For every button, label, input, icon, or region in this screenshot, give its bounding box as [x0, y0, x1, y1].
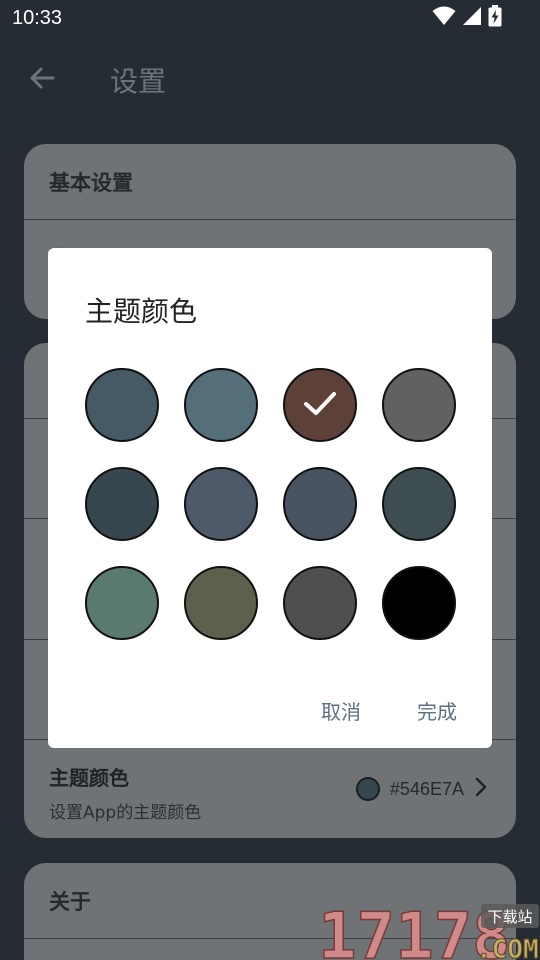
check-icon	[301, 384, 339, 426]
color-swatch[interactable]	[85, 467, 159, 541]
chevron-right-icon	[474, 776, 488, 802]
theme-color-dialog: 主题颜色 取消 完成	[48, 248, 492, 748]
watermark-suffix: .COM	[476, 935, 539, 960]
theme-color-title: 主题颜色	[49, 766, 129, 790]
color-swatch[interactable]	[184, 467, 258, 541]
wifi-icon	[432, 6, 456, 30]
watermark-tag: 下载站	[487, 908, 532, 926]
color-swatch[interactable]	[85, 368, 159, 442]
color-swatch[interactable]	[283, 467, 357, 541]
confirm-button[interactable]: 完成	[417, 696, 457, 725]
color-swatch[interactable]	[382, 467, 456, 541]
theme-color-row[interactable]: 主题颜色 设置App的主题颜色 #546E7A	[24, 740, 516, 838]
watermark-logo: 17178 .COM 下载站	[317, 898, 540, 960]
current-color-swatch	[355, 777, 380, 801]
color-swatch[interactable]	[184, 566, 258, 640]
status-icons	[432, 5, 502, 31]
app-bar: 设置	[0, 38, 540, 122]
theme-color-subtitle: 设置App的主题颜色	[49, 803, 202, 823]
battery-charging-icon	[488, 5, 502, 31]
theme-color-value-group: #546E7A	[355, 776, 488, 802]
basic-settings-header: 基本设置	[24, 144, 516, 220]
theme-color-value: #546E7A	[389, 778, 464, 799]
status-time: 10:33	[12, 7, 63, 29]
color-swatch[interactable]	[382, 566, 456, 640]
arrow-back-icon	[28, 64, 56, 96]
color-swatch[interactable]	[283, 566, 357, 640]
color-grid	[85, 368, 457, 640]
status-bar: 10:33	[0, 0, 540, 38]
back-button[interactable]	[22, 60, 62, 100]
color-swatch[interactable]	[184, 368, 258, 442]
signal-icon	[462, 6, 482, 30]
cancel-button[interactable]: 取消	[321, 696, 361, 725]
page-title: 设置	[110, 65, 167, 98]
color-swatch[interactable]	[283, 368, 357, 442]
color-swatch[interactable]	[382, 368, 456, 442]
color-swatch[interactable]	[85, 566, 159, 640]
dialog-title: 主题颜色	[85, 295, 198, 328]
